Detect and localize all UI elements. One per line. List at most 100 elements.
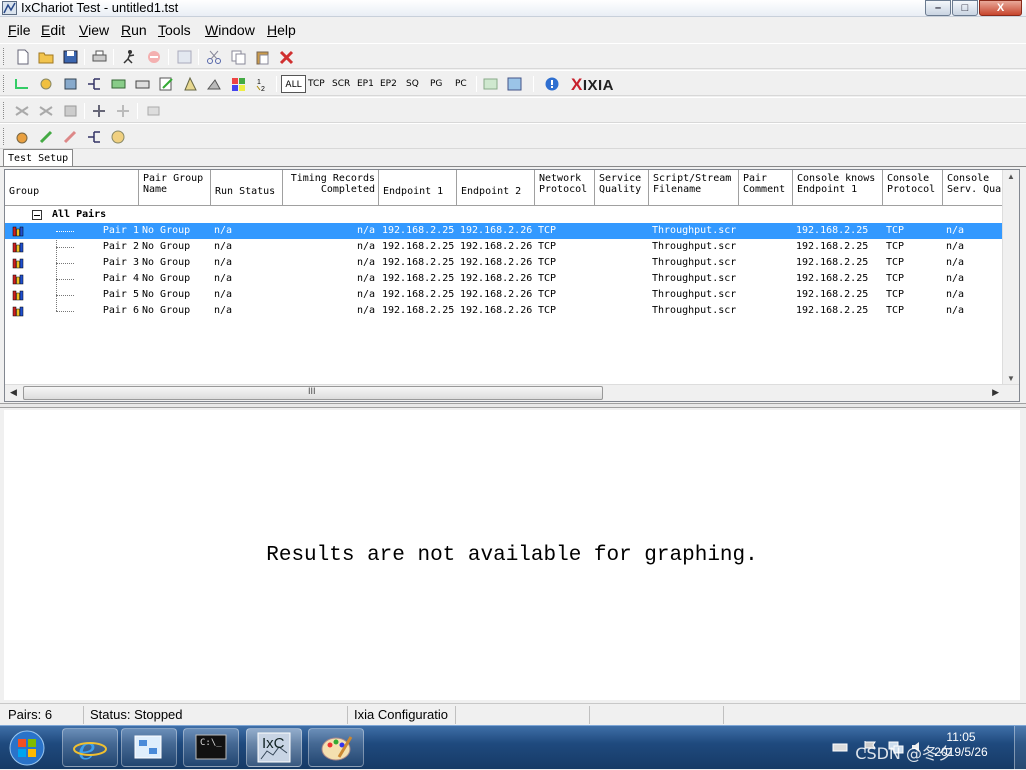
horizontal-scroll-thumb[interactable]: III: [23, 386, 603, 400]
scroll-right-icon[interactable]: ▶: [992, 387, 999, 398]
toolbar-grip[interactable]: [3, 75, 6, 92]
delete-icon[interactable]: [278, 49, 295, 65]
table-row[interactable]: Pair 4 No Group n/a n/a 192.168.2.25 192.168.…: [5, 271, 1005, 287]
info-icon[interactable]: [544, 76, 561, 92]
minimize-button[interactable]: –: [925, 0, 951, 16]
column-header-group[interactable]: Group: [5, 170, 139, 206]
jitter-icon[interactable]: [86, 129, 103, 145]
taskbar-paint[interactable]: [308, 728, 364, 767]
vertical-scrollbar[interactable]: ▲ ▼: [1002, 170, 1019, 385]
clone-pair-icon[interactable]: [38, 103, 55, 119]
modify-pair-icon[interactable]: [62, 103, 79, 119]
paste-icon[interactable]: [254, 49, 271, 65]
ixchariot-app-icon[interactable]: [2, 1, 17, 15]
save-config-icon[interactable]: [506, 76, 523, 92]
response-time-icon[interactable]: [38, 129, 55, 145]
pairs-grid[interactable]: Group Pair Group Name Run Status Timing R…: [4, 169, 1020, 402]
column-header-console-serv-quality[interactable]: Console Serv. Qua: [943, 170, 1005, 206]
close-button[interactable]: X: [979, 0, 1022, 16]
lost-data-icon[interactable]: [62, 129, 79, 145]
menu-help[interactable]: Help: [267, 22, 296, 38]
column-header-console-knows-endpoint[interactable]: Console knows Endpoint 1: [793, 170, 883, 206]
ungroup-icon[interactable]: [115, 103, 132, 119]
pane-splitter[interactable]: [0, 403, 1026, 408]
keyboard-tray-icon[interactable]: [832, 740, 848, 754]
print-icon[interactable]: [91, 49, 108, 65]
expand-icon[interactable]: [145, 103, 162, 119]
application-group-icon[interactable]: [230, 76, 247, 92]
taskbar-control-panel[interactable]: [121, 728, 177, 767]
tab-test-setup[interactable]: Test Setup: [3, 149, 74, 167]
column-header-pair-comment[interactable]: Pair Comment: [739, 170, 793, 206]
menu-window[interactable]: Window: [205, 22, 255, 38]
filter-ep1-button[interactable]: EP1: [357, 75, 374, 93]
filter-sq-button[interactable]: SQ: [406, 75, 419, 93]
sort-icon[interactable]: 12: [254, 76, 271, 92]
scroll-left-icon[interactable]: ◀: [10, 387, 17, 398]
menu-file[interactable]: File: [8, 22, 31, 38]
column-header-network-protocol[interactable]: Network Protocol: [535, 170, 595, 206]
column-header-console-protocol[interactable]: Console Protocol: [883, 170, 943, 206]
start-button-icon[interactable]: [4, 728, 50, 768]
horizontal-scrollbar[interactable]: ◀ III ▶: [5, 384, 1019, 401]
stop-icon[interactable]: [146, 49, 163, 65]
swap-endpoints-icon[interactable]: [14, 103, 31, 119]
pair-group-icon[interactable]: [86, 76, 103, 92]
toolbar-grip[interactable]: [3, 48, 6, 65]
scroll-up-icon[interactable]: ▲: [1007, 172, 1015, 181]
qos-icon[interactable]: [206, 76, 223, 92]
collapse-icon[interactable]: [32, 210, 42, 220]
taskbar-command-prompt[interactable]: C:\_: [183, 728, 239, 767]
menu-tools[interactable]: Tools: [158, 22, 191, 38]
copy-icon[interactable]: [230, 49, 247, 65]
column-header-endpoint-2[interactable]: Endpoint 2: [457, 170, 535, 206]
script-options-icon[interactable]: [182, 76, 199, 92]
table-row[interactable]: Pair 5 No Group n/a n/a 192.168.2.25 192.168.…: [5, 287, 1005, 303]
table-row[interactable]: Pair 3 No Group n/a n/a 192.168.2.25 192.168.…: [5, 255, 1005, 271]
edit-script-icon[interactable]: [158, 76, 175, 92]
column-header-pair-group-name[interactable]: Pair Group Name: [139, 170, 211, 206]
show-desktop-button[interactable]: [1014, 726, 1026, 770]
edit-pair-icon[interactable]: [62, 76, 79, 92]
table-row[interactable]: Pair 2 No Group n/a n/a 192.168.2.25 192.168.…: [5, 239, 1005, 255]
filter-scr-button[interactable]: SCR: [332, 75, 350, 93]
palette-icon[interactable]: [110, 129, 127, 145]
save-icon[interactable]: [62, 49, 79, 65]
filter-pg-button[interactable]: PG: [430, 75, 442, 93]
column-header-endpoint-1[interactable]: Endpoint 1: [379, 170, 457, 206]
add-multicast-icon[interactable]: [38, 76, 55, 92]
column-header-script-filename[interactable]: Script/Stream Filename: [649, 170, 739, 206]
maximize-button[interactable]: □: [952, 0, 978, 16]
menu-run[interactable]: Run: [121, 22, 147, 38]
throughput-icon[interactable]: [14, 129, 31, 145]
column-header-timing-records[interactable]: Timing Records Completed: [283, 170, 379, 206]
filter-tcp-button[interactable]: TCP: [308, 75, 325, 93]
table-row[interactable]: Pair 6 No Group n/a n/a 192.168.2.25 192.168.…: [5, 303, 1005, 319]
filter-pc-button[interactable]: PC: [455, 75, 467, 93]
open-folder-icon[interactable]: [38, 49, 55, 65]
column-header-service-quality[interactable]: Service Quality: [595, 170, 649, 206]
menu-edit[interactable]: Edit: [41, 22, 65, 38]
taskbar-internet-explorer[interactable]: e: [62, 728, 118, 767]
endpoint-icon[interactable]: [110, 76, 127, 92]
run-icon[interactable]: [121, 49, 138, 65]
toolbar-grip[interactable]: [3, 102, 6, 119]
network-icon[interactable]: [134, 76, 151, 92]
taskbar-ixchariot[interactable]: IxC: [246, 728, 302, 767]
system-clock[interactable]: 11:05 2019/5/26: [926, 730, 996, 760]
results-icon[interactable]: [176, 49, 193, 65]
group-by-icon[interactable]: [91, 103, 108, 119]
table-row[interactable]: Pair 1 No Group n/a n/a 192.168.2.25 192.168.…: [5, 223, 1005, 239]
refresh-icon[interactable]: [482, 76, 499, 92]
filter-all-button[interactable]: ALL: [281, 75, 306, 93]
new-file-icon[interactable]: [14, 49, 31, 65]
title-bar[interactable]: IxChariot Test - untitled1.tst – □ X: [0, 0, 1026, 17]
scroll-down-icon[interactable]: ▼: [1007, 374, 1015, 383]
cut-icon[interactable]: [206, 49, 223, 65]
filter-ep2-button[interactable]: EP2: [380, 75, 397, 93]
column-header-run-status[interactable]: Run Status: [211, 170, 283, 206]
add-pair-icon[interactable]: [14, 76, 31, 92]
toolbar-grip[interactable]: [3, 128, 6, 145]
menu-view[interactable]: View: [79, 22, 109, 38]
group-row-all-pairs[interactable]: All Pairs: [5, 207, 1005, 223]
